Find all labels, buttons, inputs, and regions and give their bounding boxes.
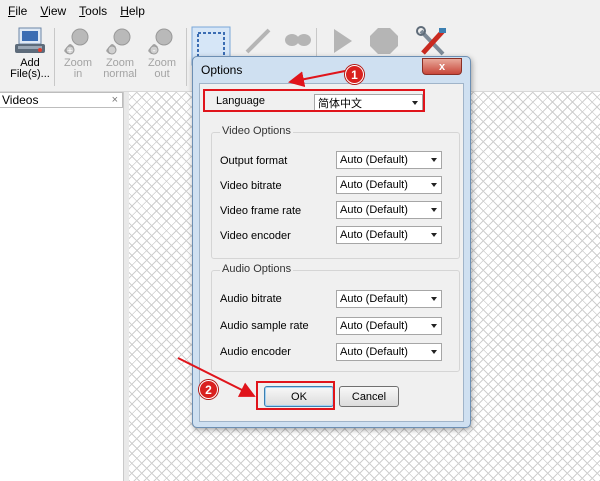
svg-text:-: - [152,46,155,56]
audio-encoder-value: Auto (Default) [340,346,408,358]
output-format-value: Auto (Default) [340,154,408,166]
dialog-body: Language 简体中文 Video Options Output forma… [199,83,464,422]
toolbar-separator [186,28,187,86]
audio-sample-rate-label: Audio sample rate [220,320,309,332]
menu-file-rest: ile [15,4,28,18]
video-encoder-select[interactable]: Auto (Default) [336,226,442,244]
audio-options-title: Audio Options [220,263,294,275]
zoom-normal-label: Zoom normal [103,57,137,80]
menu-file[interactable]: File [8,3,27,19]
chevron-down-icon [431,350,437,354]
videos-panel-header: Videos × [0,92,123,108]
audio-sample-rate-value: Auto (Default) [340,320,408,332]
videos-panel-close-icon[interactable]: × [112,94,118,106]
language-highlight-box [203,89,425,112]
video-bitrate-label: Video bitrate [220,180,282,192]
video-bitrate-value: Auto (Default) [340,179,408,191]
tools-icon [416,26,446,56]
add-files-label: Add File(s)... [10,57,50,80]
chevron-down-icon [431,233,437,237]
menu-view-rest: iew [48,4,67,18]
menu-help[interactable]: Help [120,3,145,19]
add-files-icon [15,27,45,53]
zoom-out-icon: - [148,28,173,56]
video-bitrate-select[interactable]: Auto (Default) [336,176,442,194]
video-frame-rate-value: Auto (Default) [340,204,408,216]
chevron-down-icon [431,183,437,187]
chevron-down-icon [431,208,437,212]
video-options-title: Video Options [220,125,293,137]
audio-bitrate-value: Auto (Default) [340,293,408,305]
menu-view[interactable]: View [40,3,66,19]
chevron-down-icon [431,324,437,328]
video-encoder-value: Auto (Default) [340,229,408,241]
chevron-down-icon [431,297,437,301]
videos-panel: Videos × [0,92,124,481]
zoom-in-icon: + [64,28,89,55]
zoom-out-label: Zoom out [147,57,177,80]
step-1-badge: 1 [345,65,364,84]
videos-panel-title: Videos [2,93,39,107]
video-encoder-label: Video encoder [220,230,291,242]
cancel-button[interactable]: Cancel [339,386,399,407]
audio-encoder-select[interactable]: Auto (Default) [336,343,442,361]
ok-highlight-box [256,381,335,410]
audio-bitrate-select[interactable]: Auto (Default) [336,290,442,308]
step-2-badge: 2 [199,380,218,399]
zoom-in-label: Zoom in [63,57,93,80]
chevron-down-icon [431,158,437,162]
svg-text:+: + [67,46,74,55]
output-format-label: Output format [220,155,288,167]
menu-bar: File View Tools Help [0,0,600,22]
dialog-close-button[interactable]: x [422,58,462,75]
video-frame-rate-label: Video frame rate [220,205,302,217]
video-frame-rate-select[interactable]: Auto (Default) [336,201,442,219]
audio-sample-rate-select[interactable]: Auto (Default) [336,317,442,335]
menu-tools-rest: ools [85,4,108,18]
audio-encoder-label: Audio encoder [220,346,291,358]
zoom-in-button[interactable]: + Zoom in [56,26,100,90]
audio-bitrate-label: Audio bitrate [220,293,282,305]
zoom-normal-button[interactable]: Zoom normal [98,26,142,90]
output-format-select[interactable]: Auto (Default) [336,151,442,169]
dialog-title: Options [201,63,243,77]
pencil-icon [245,28,271,54]
stop-icon [370,28,398,54]
add-files-button[interactable]: Add File(s)... [8,26,52,90]
zoom-normal-icon [106,28,131,55]
binoculars-icon [285,34,311,46]
zoom-out-button[interactable]: - Zoom out [140,26,184,90]
play-icon [334,29,352,53]
menu-help-rest: elp [128,4,145,18]
toolbar-separator [54,28,55,86]
menu-tools[interactable]: Tools [79,3,107,19]
